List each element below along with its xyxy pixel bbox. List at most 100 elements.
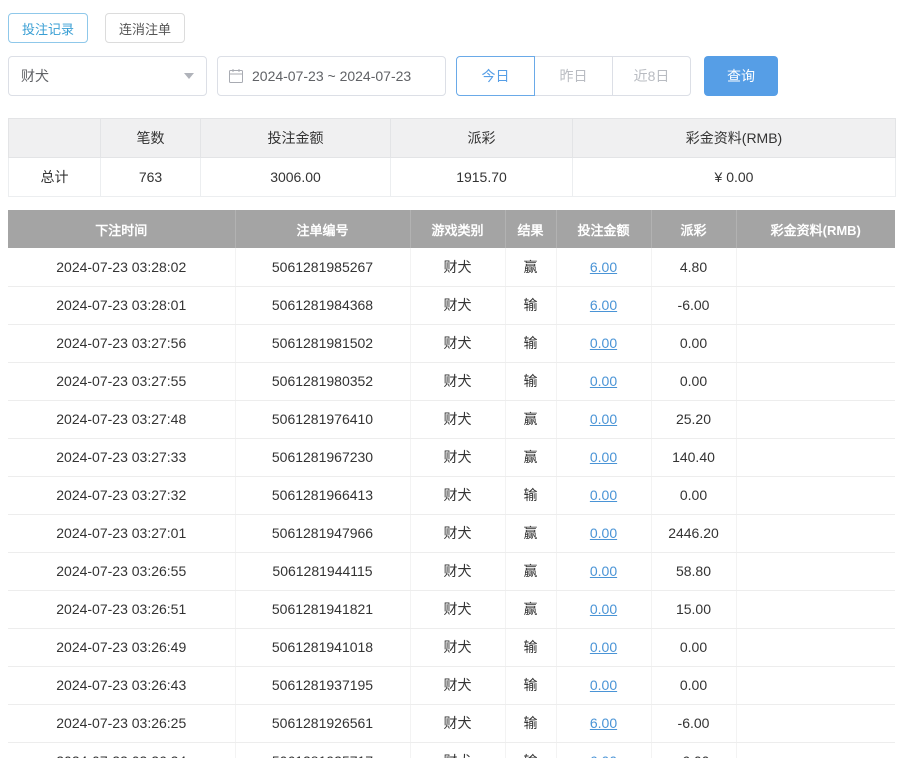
table-row: 2024-07-23 03:26:55 5061281944115 财犬赢 0.00 5… [8,552,895,591]
game-type-cell: 财犬 [410,590,506,629]
header-bonus: 彩金资料(RMB) [736,210,895,248]
payout-cell: 0.00 [651,324,737,363]
bet-amount-link[interactable]: 6.00 [590,753,617,758]
payout-cell: 2446.20 [651,514,737,553]
bonus-cell [736,476,895,515]
bonus-cell [736,248,895,287]
payout-cell: 0.00 [651,476,737,515]
yesterday-button[interactable]: 昨日 [534,56,613,96]
bonus-cell [736,590,895,629]
payout-cell: 140.40 [651,438,737,477]
result-cell: 赢 [505,514,557,553]
game-type-cell: 财犬 [410,666,506,705]
table-row: 2024-07-23 03:27:01 5061281947966 财犬赢 0.00 2… [8,514,895,553]
bonus-cell [736,704,895,743]
bet-amount-cell: 0.00 [556,324,652,363]
top-tabs: 投注记录 连消注单 [8,13,895,43]
bet-amount-link[interactable]: 0.00 [590,639,617,655]
summary-header-blank [8,118,101,158]
result-cell: 赢 [505,438,557,477]
table-row: 2024-07-23 03:27:33 5061281967230 财犬赢 0.00 1… [8,438,895,477]
order-number-cell: 5061281947966 [235,514,411,553]
bet-amount-link[interactable]: 0.00 [590,335,617,351]
bet-time-cell: 2024-07-23 03:28:02 [8,248,236,287]
bet-amount-link[interactable]: 6.00 [590,715,617,731]
table-row: 2024-07-23 03:26:245061281925717财犬输 6.00 -… [8,742,895,758]
bet-amount-cell: 0.00 [556,552,652,591]
bet-amount-cell: 0.00 [556,438,652,477]
query-button[interactable]: 查询 [704,56,778,96]
payout-cell: -6.00 [651,742,737,758]
today-button[interactable]: 今日 [456,56,535,96]
bet-time-cell: 2024-07-23 03:27:33 [8,438,236,477]
game-type-cell: 财犬 [410,324,506,363]
payout-cell: -6.00 [651,286,737,325]
game-type-cell: 财犬 [410,552,506,591]
date-range-picker[interactable]: 2024-07-23 ~ 2024-07-23 [217,56,446,96]
table-row: 2024-07-23 03:26:49 5061281941018 财犬输 0.00 0… [8,628,895,667]
summary-header-bonus: 彩金资料(RMB) [572,118,896,158]
game-select-value: 财犬 [21,68,49,84]
bonus-cell [736,742,895,758]
bet-amount-cell: 0.00 [556,476,652,515]
bet-time-cell: 2024-07-23 03:26:49 [8,628,236,667]
bet-records-table: 下注时间 注单编号 游戏类别 结果 投注金额 派彩 彩金资料(RMB) 2024… [8,210,895,758]
order-number-cell: 5061281981502 [235,324,411,363]
result-cell: 输 [505,362,557,401]
header-bet-time: 下注时间 [8,210,236,248]
chevron-down-icon [184,73,194,79]
bet-amount-link[interactable]: 0.00 [590,525,617,541]
summary-total-bonus: ¥ 0.00 [572,157,896,197]
order-number-cell: 5061281984368 [235,286,411,325]
game-type-cell: 财犬 [410,628,506,667]
order-number-cell: 5061281976410 [235,400,411,439]
table-row: 2024-07-23 03:27:32 5061281966413 财犬输 0.00 0… [8,476,895,515]
bet-time-cell: 2024-07-23 03:27:55 [8,362,236,401]
bet-amount-link[interactable]: 0.00 [590,601,617,617]
game-type-cell: 财犬 [410,704,506,743]
summary-table: 笔数 投注金额 派彩 彩金资料(RMB) 总计 763 3006.00 1915… [8,118,896,197]
payout-cell: 0.00 [651,362,737,401]
bet-amount-link[interactable]: 0.00 [590,411,617,427]
bet-amount-cell: 0.00 [556,666,652,705]
bet-amount-link[interactable]: 6.00 [590,297,617,313]
payout-cell: 15.00 [651,590,737,629]
quick-date-button-group: 今日 昨日 近8日 [456,56,691,96]
bonus-cell [736,514,895,553]
bet-amount-cell: 6.00 [556,286,652,325]
bet-table-header-row: 下注时间 注单编号 游戏类别 结果 投注金额 派彩 彩金资料(RMB) [8,210,895,248]
summary-total-count: 763 [100,157,201,197]
tab-betting-records[interactable]: 投注记录 [8,13,89,43]
bet-amount-link[interactable]: 0.00 [590,487,617,503]
bonus-cell [736,552,895,591]
game-type-cell: 财犬 [410,438,506,477]
header-payout: 派彩 [651,210,737,248]
bet-amount-cell: 0.00 [556,362,652,401]
bet-amount-cell: 0.00 [556,400,652,439]
date-range-value: 2024-07-23 ~ 2024-07-23 [252,68,412,84]
bet-amount-cell: 0.00 [556,590,652,629]
bet-amount-cell: 0.00 [556,628,652,667]
bet-time-cell: 2024-07-23 03:26:51 [8,590,236,629]
order-number-cell: 5061281925717 [235,742,411,758]
last-8-days-button[interactable]: 近8日 [612,56,691,96]
payout-cell: -6.00 [651,704,737,743]
summary-header-count: 笔数 [100,118,201,158]
bet-time-cell: 2024-07-23 03:27:01 [8,514,236,553]
bet-amount-link[interactable]: 0.00 [590,677,617,693]
bet-amount-link[interactable]: 0.00 [590,563,617,579]
header-order-number: 注单编号 [235,210,411,248]
order-number-cell: 5061281985267 [235,248,411,287]
order-number-cell: 5061281966413 [235,476,411,515]
bet-amount-link[interactable]: 0.00 [590,373,617,389]
calendar-icon [228,68,244,84]
bet-amount-link[interactable]: 6.00 [590,259,617,275]
bet-amount-cell: 0.00 [556,514,652,553]
bet-amount-cell: 6.00 [556,742,652,758]
summary-total-row: 总计 763 3006.00 1915.70 ¥ 0.00 [8,157,896,197]
header-game-type: 游戏类别 [410,210,506,248]
game-select[interactable]: 财犬 [8,56,207,96]
tab-cancelled-orders[interactable]: 连消注单 [105,13,186,43]
summary-header-row: 笔数 投注金额 派彩 彩金资料(RMB) [8,118,896,158]
bet-amount-link[interactable]: 0.00 [590,449,617,465]
